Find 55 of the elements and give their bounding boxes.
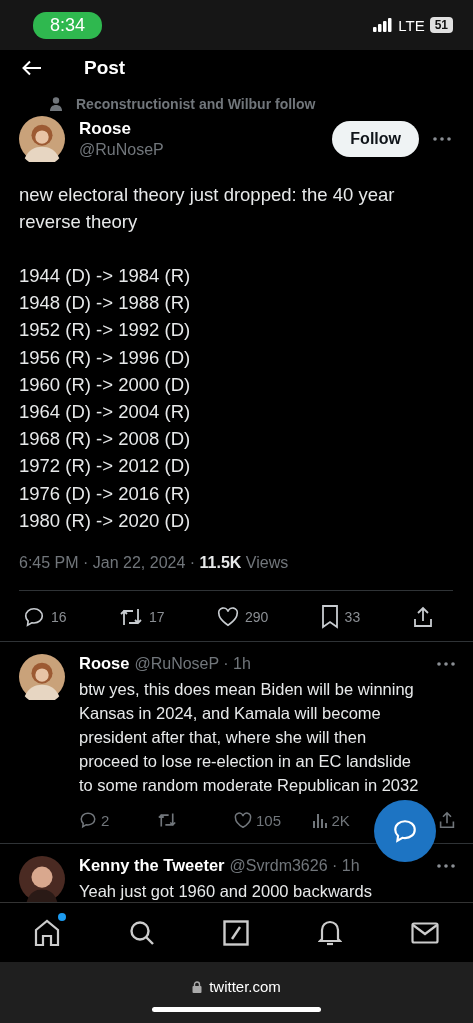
signal-icon — [373, 18, 394, 32]
more-icon[interactable] — [433, 137, 451, 141]
bookmark-icon[interactable] — [320, 605, 339, 630]
post-text-line: 1976 (D) -> 2016 (R) — [19, 481, 192, 506]
avatar-icon[interactable] — [19, 654, 65, 701]
mail-icon[interactable] — [410, 922, 439, 944]
more-icon[interactable] — [437, 863, 455, 868]
speech-bubble-icon — [392, 818, 418, 844]
post-text-line: 1956 (R) -> 1996 (D) — [19, 345, 192, 370]
compose-icon[interactable] — [223, 920, 250, 946]
network-label: LTE — [398, 16, 425, 34]
avatar-icon[interactable] — [19, 856, 65, 903]
action-count: 33 — [344, 609, 361, 626]
heart-icon[interactable] — [216, 607, 239, 628]
clock: 8:34 — [33, 11, 103, 39]
home-icon[interactable] — [34, 919, 61, 947]
more-icon[interactable] — [437, 661, 455, 666]
action-count: 2 — [101, 811, 110, 829]
bar-chart-icon[interactable] — [311, 812, 328, 829]
post-text: new electoral theory just dropped: the 40 year reverse theory — [19, 183, 396, 234]
post-text-line: 1960 (R) -> 2000 (D) — [19, 372, 192, 397]
author-handle[interactable]: @RuNoseP · 1h — [134, 654, 251, 673]
post-text-line: 1972 (R) -> 2012 (D) — [19, 454, 192, 479]
post-text-line: 1980 (R) -> 2020 (D) — [19, 508, 192, 533]
back-icon[interactable] — [22, 60, 42, 76]
action-count: 290 — [244, 609, 269, 626]
person-icon — [50, 97, 62, 111]
lock-icon — [192, 980, 203, 993]
action-count: 16 — [51, 609, 67, 626]
bell-icon[interactable] — [318, 919, 343, 947]
action-count: 17 — [148, 609, 165, 626]
battery-level: 51 — [429, 17, 453, 33]
author-name[interactable]: Roose — [79, 654, 130, 674]
post-text-line: 1952 (R) -> 1992 (D) — [19, 318, 192, 343]
post-text-line: 1948 (D) -> 1988 (R) — [19, 291, 192, 316]
author-handle[interactable]: @Svrdm3626 · 1h — [229, 856, 360, 875]
author-name[interactable]: Kenny the Tweeter — [79, 856, 225, 876]
social-context: Reconstructionist and Wilbur follow — [76, 96, 316, 112]
author-name[interactable]: Roose — [79, 119, 333, 139]
share-icon[interactable] — [412, 606, 433, 629]
url-text[interactable]: twitter.com — [209, 978, 281, 995]
search-icon[interactable] — [128, 920, 155, 946]
follow-button[interactable]: Follow — [332, 121, 419, 157]
post-text-line: 1964 (D) -> 2004 (R) — [19, 400, 192, 424]
avatar-icon[interactable] — [19, 116, 65, 162]
comment-icon[interactable] — [23, 606, 45, 629]
page-title: Post — [84, 57, 126, 79]
action-count: 105 — [256, 811, 282, 829]
reply-text: Yeah just got 1960 and 2000 backwards — [79, 881, 373, 903]
action-count: 2K — [331, 811, 350, 829]
post-text-line: 1968 (R) -> 2008 (D) — [19, 427, 192, 452]
post-timestamp: 6:45 PM · Jan 22, 2024 · 11.5K Views — [19, 554, 453, 592]
reply-text: btw yes, this does mean Biden will be winning Kansas in 2024, and Kamala will become president after that, where she will then proceed to lose re-election in an EC landslide to some random moderate Republican in 2032 — [79, 679, 420, 797]
post-text-line: 1944 (D) -> 1984 (R) — [19, 264, 192, 288]
author-handle[interactable]: @RuNoseP — [79, 141, 333, 159]
